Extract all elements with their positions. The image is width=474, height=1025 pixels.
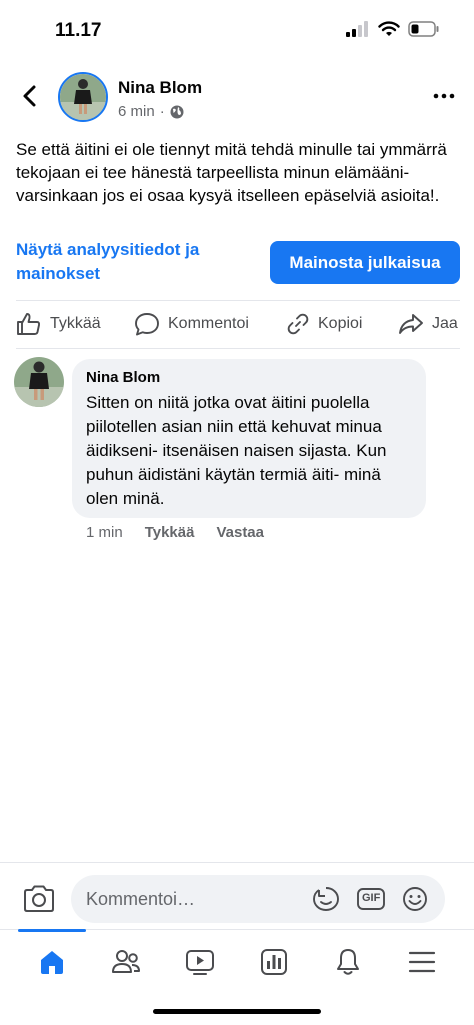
divider — [16, 348, 460, 349]
divider — [0, 862, 474, 863]
emoji-icon — [403, 887, 427, 911]
signal-icon — [346, 21, 368, 37]
share-button[interactable]: Jaa — [398, 312, 458, 336]
home-indicator — [153, 1009, 321, 1014]
menu-icon — [408, 951, 436, 973]
comment-button[interactable]: Kommentoi — [134, 312, 249, 336]
comment-text: Sitten on niitä jotka ovat äitini puolel… — [86, 393, 387, 508]
chevron-left-icon — [23, 85, 36, 107]
author-avatar[interactable] — [58, 72, 108, 122]
post-header: Nina Blom 6 min · — [0, 66, 474, 130]
thumbs-up-icon — [17, 313, 41, 335]
nav-home[interactable] — [32, 944, 72, 980]
video-icon — [186, 950, 214, 975]
link-icon — [287, 313, 309, 335]
like-button[interactable]: Tykkää — [16, 312, 101, 336]
battery-icon — [408, 21, 439, 37]
globe-icon — [170, 105, 184, 118]
more-options-button[interactable] — [432, 88, 456, 104]
post-meta: 6 min · — [118, 103, 184, 120]
divider — [16, 300, 460, 301]
wifi-icon — [378, 21, 400, 36]
nav-notifications[interactable] — [328, 944, 368, 980]
more-dots-icon — [433, 93, 455, 99]
post-actions: Tykkää Kommentoi Kopioi Jaa — [0, 302, 474, 346]
insights-link[interactable]: Näytä analyysitiedot ja mainokset — [16, 238, 246, 286]
emoji-button[interactable] — [400, 885, 430, 913]
comment-bubble-icon — [135, 313, 159, 336]
back-button[interactable] — [16, 82, 44, 110]
comment-author-name[interactable]: Nina Blom — [86, 369, 412, 386]
copy-button[interactable]: Kopioi — [286, 312, 362, 336]
share-label: Jaa — [432, 315, 458, 332]
comment-like-button[interactable]: Tykkää — [145, 524, 195, 541]
status-bar: 11.17 — [0, 0, 474, 60]
comment-input-placeholder: Kommentoi… — [86, 889, 196, 909]
sticker-button[interactable] — [311, 885, 341, 913]
comment-reply-button[interactable]: Vastaa — [216, 524, 264, 541]
post-text: Se että äitini ei ole tiennyt mitä tehdä… — [16, 140, 447, 205]
avatar-image — [60, 74, 106, 120]
nav-video[interactable] — [180, 944, 220, 980]
nav-menu[interactable] — [402, 944, 442, 980]
comment-author-avatar[interactable] — [14, 357, 64, 407]
comment-label: Kommentoi — [168, 315, 249, 332]
nav-friends[interactable] — [106, 944, 146, 980]
friends-icon — [112, 950, 140, 973]
home-icon — [41, 951, 63, 974]
post-time[interactable]: 6 min — [118, 103, 155, 120]
active-tab-indicator — [18, 929, 86, 932]
camera-icon — [24, 885, 54, 912]
post-author-name[interactable]: Nina Blom — [118, 78, 202, 98]
sticker-icon — [313, 887, 339, 911]
promote-post-button[interactable]: Mainosta julkaisua — [270, 241, 460, 284]
share-arrow-icon — [399, 314, 423, 334]
comment-input[interactable]: Kommentoi… GIF — [71, 875, 445, 923]
like-label: Tykkää — [50, 315, 101, 332]
camera-button[interactable] — [22, 884, 56, 914]
avatar-image — [14, 357, 64, 407]
comment-time: 1 min — [86, 524, 123, 541]
gif-label: GIF — [362, 892, 381, 904]
comment-bubble: Nina Blom Sitten on niitä jotka ovat äit… — [72, 359, 426, 518]
status-icons — [346, 21, 440, 37]
gif-button[interactable]: GIF — [356, 885, 386, 913]
copy-label: Kopioi — [318, 315, 363, 332]
dashboard-icon — [261, 949, 287, 975]
nav-dashboard[interactable] — [254, 944, 294, 980]
status-time: 11.17 — [55, 20, 102, 41]
meta-separator: · — [159, 103, 165, 120]
notifications-icon — [337, 949, 359, 975]
comment-meta: 1 min Tykkää Vastaa — [86, 524, 264, 541]
